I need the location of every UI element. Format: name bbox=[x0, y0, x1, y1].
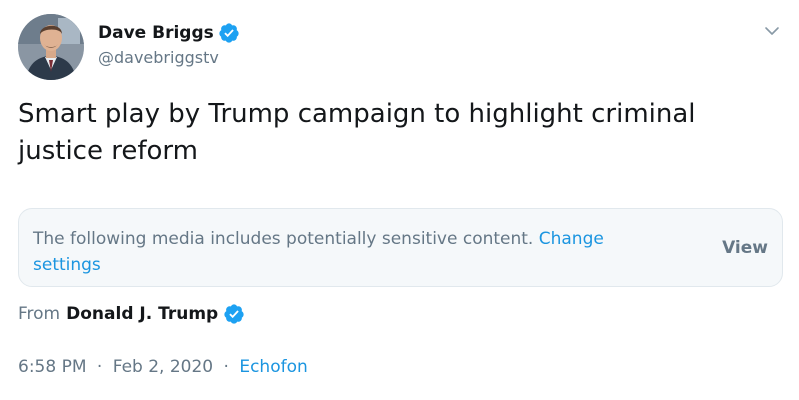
meta-separator: · bbox=[223, 357, 229, 377]
verified-badge-icon bbox=[218, 22, 240, 44]
tweet-date[interactable]: Feb 2, 2020 bbox=[113, 357, 213, 377]
sensitive-media-notice: The following media includes potentially… bbox=[18, 208, 783, 287]
sensitive-notice-message: The following media includes potentially… bbox=[33, 229, 534, 249]
sensitive-notice-text: The following media includes potentially… bbox=[33, 226, 673, 278]
tweet-card: Dave Briggs @davebriggstv Smart play by … bbox=[0, 0, 799, 400]
avatar-image bbox=[18, 14, 84, 80]
author-handle[interactable]: @davebriggstv bbox=[98, 48, 240, 67]
tweet-source-link[interactable]: Echofon bbox=[239, 357, 307, 377]
tweet-meta: 6:58 PM · Feb 2, 2020 · Echofon bbox=[18, 357, 308, 377]
verified-badge-icon bbox=[223, 303, 245, 325]
chevron-down-icon[interactable] bbox=[763, 22, 781, 40]
quoted-from-line: From Donald J. Trump bbox=[18, 303, 245, 325]
quoted-from-name[interactable]: Donald J. Trump bbox=[66, 304, 218, 324]
view-media-button[interactable]: View bbox=[722, 238, 768, 258]
from-label: From bbox=[18, 304, 61, 324]
avatar[interactable] bbox=[18, 14, 84, 80]
tweet-text: Smart play by Trump campaign to highligh… bbox=[18, 99, 696, 166]
author-block: Dave Briggs @davebriggstv bbox=[98, 20, 240, 67]
author-display-name[interactable]: Dave Briggs bbox=[98, 23, 214, 43]
author-name-row: Dave Briggs bbox=[98, 20, 240, 46]
meta-separator: · bbox=[96, 357, 103, 377]
tweet-time[interactable]: 6:58 PM bbox=[18, 357, 87, 377]
